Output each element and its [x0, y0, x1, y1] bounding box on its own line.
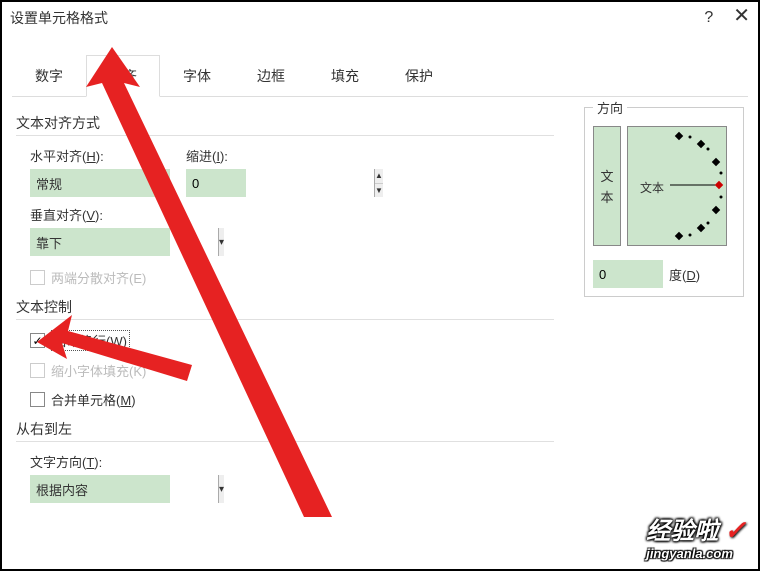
chevron-down-icon[interactable]: ▾ [218, 475, 224, 503]
tab-number[interactable]: 数字 [12, 55, 86, 97]
tab-fill[interactable]: 填充 [308, 55, 382, 97]
section-rtl: 从右到左 [16, 419, 554, 442]
chevron-down-icon[interactable]: ▾ [218, 228, 224, 256]
degree-spinner[interactable]: ▲ ▼ [593, 260, 663, 288]
vertical-align-input[interactable] [30, 228, 218, 256]
orientation-group: 方向 文 本 [584, 107, 744, 297]
orientation-dial[interactable]: 文本 [627, 126, 727, 246]
dialog-title: 设置单元格格式 [10, 8, 108, 28]
tab-protection[interactable]: 保护 [382, 55, 456, 97]
label-vertical-align: 垂直对齐(V): [30, 205, 554, 224]
justify-distributed-checkbox [30, 270, 45, 285]
label-wrap-text[interactable]: 自动换行(W) [51, 330, 130, 351]
label-horizontal-align: 水平对齐(H): [30, 146, 170, 165]
indent-input[interactable] [186, 169, 374, 197]
indent-spinner[interactable]: ▲ ▼ [186, 169, 246, 197]
label-degree: 度(D) [669, 265, 700, 284]
tab-border[interactable]: 边框 [234, 55, 308, 97]
horizontal-align-combo[interactable]: ▾ [30, 169, 170, 197]
vertical-align-combo[interactable]: ▾ [30, 228, 170, 256]
dial-label: 文本 [640, 179, 664, 196]
label-shrink-to-fit: 缩小字体填充(K) [51, 361, 146, 380]
section-text-control: 文本控制 [16, 297, 554, 320]
label-orientation: 方向 [593, 98, 627, 117]
check-icon: ✓ [724, 515, 746, 546]
label-text-direction: 文字方向(T): [30, 452, 554, 471]
watermark: 经验啦✓ jingyanla.com [646, 511, 746, 561]
wrap-text-checkbox[interactable] [30, 333, 45, 348]
spinner-up-icon[interactable]: ▲ [375, 169, 383, 184]
spinner-down-icon[interactable]: ▼ [375, 184, 383, 198]
section-text-alignment: 文本对齐方式 [16, 113, 554, 136]
shrink-to-fit-checkbox [30, 363, 45, 378]
tab-alignment[interactable]: 对齐 [86, 55, 160, 97]
label-merge-cells[interactable]: 合并单元格(M) [51, 390, 136, 409]
text-direction-input[interactable] [30, 475, 218, 503]
label-justify-distributed: 两端分散对齐(E) [51, 268, 146, 287]
tab-font[interactable]: 字体 [160, 55, 234, 97]
tab-strip: 数字 对齐 字体 边框 填充 保护 [12, 55, 748, 97]
merge-cells-checkbox[interactable] [30, 392, 45, 407]
label-indent: 缩进(I): [186, 146, 246, 165]
close-icon[interactable]: ✕ [733, 3, 750, 28]
help-icon[interactable]: ? [704, 9, 713, 27]
text-direction-combo[interactable]: ▾ [30, 475, 170, 503]
vertical-text-button[interactable]: 文 本 [593, 126, 621, 246]
